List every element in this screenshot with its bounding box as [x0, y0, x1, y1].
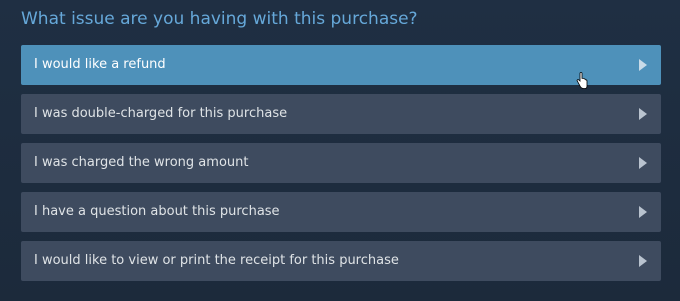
option-receipt[interactable]: I would like to view or print the receip… [21, 241, 661, 281]
option-double-charged[interactable]: I was double-charged for this purchase [21, 94, 661, 134]
chevron-right-icon [639, 157, 647, 169]
option-label: I was double-charged for this purchase [34, 106, 288, 121]
option-label: I would like a refund [34, 57, 166, 72]
option-label: I have a question about this purchase [34, 204, 280, 219]
purchase-issue-panel: What issue are you having with this purc… [0, 0, 680, 301]
chevron-right-icon [639, 108, 647, 120]
page-title: What issue are you having with this purc… [21, 9, 418, 29]
option-label: I was charged the wrong amount [34, 155, 249, 170]
chevron-right-icon [639, 255, 647, 267]
option-wrong-amount[interactable]: I was charged the wrong amount [21, 143, 661, 183]
issue-options-list: I would like a refund I was double-charg… [21, 45, 661, 290]
hand-pointer-icon [576, 72, 588, 89]
chevron-right-icon [639, 206, 647, 218]
chevron-right-icon [639, 59, 647, 71]
option-label: I would like to view or print the receip… [34, 253, 399, 268]
option-refund[interactable]: I would like a refund [21, 45, 661, 85]
option-question[interactable]: I have a question about this purchase [21, 192, 661, 232]
